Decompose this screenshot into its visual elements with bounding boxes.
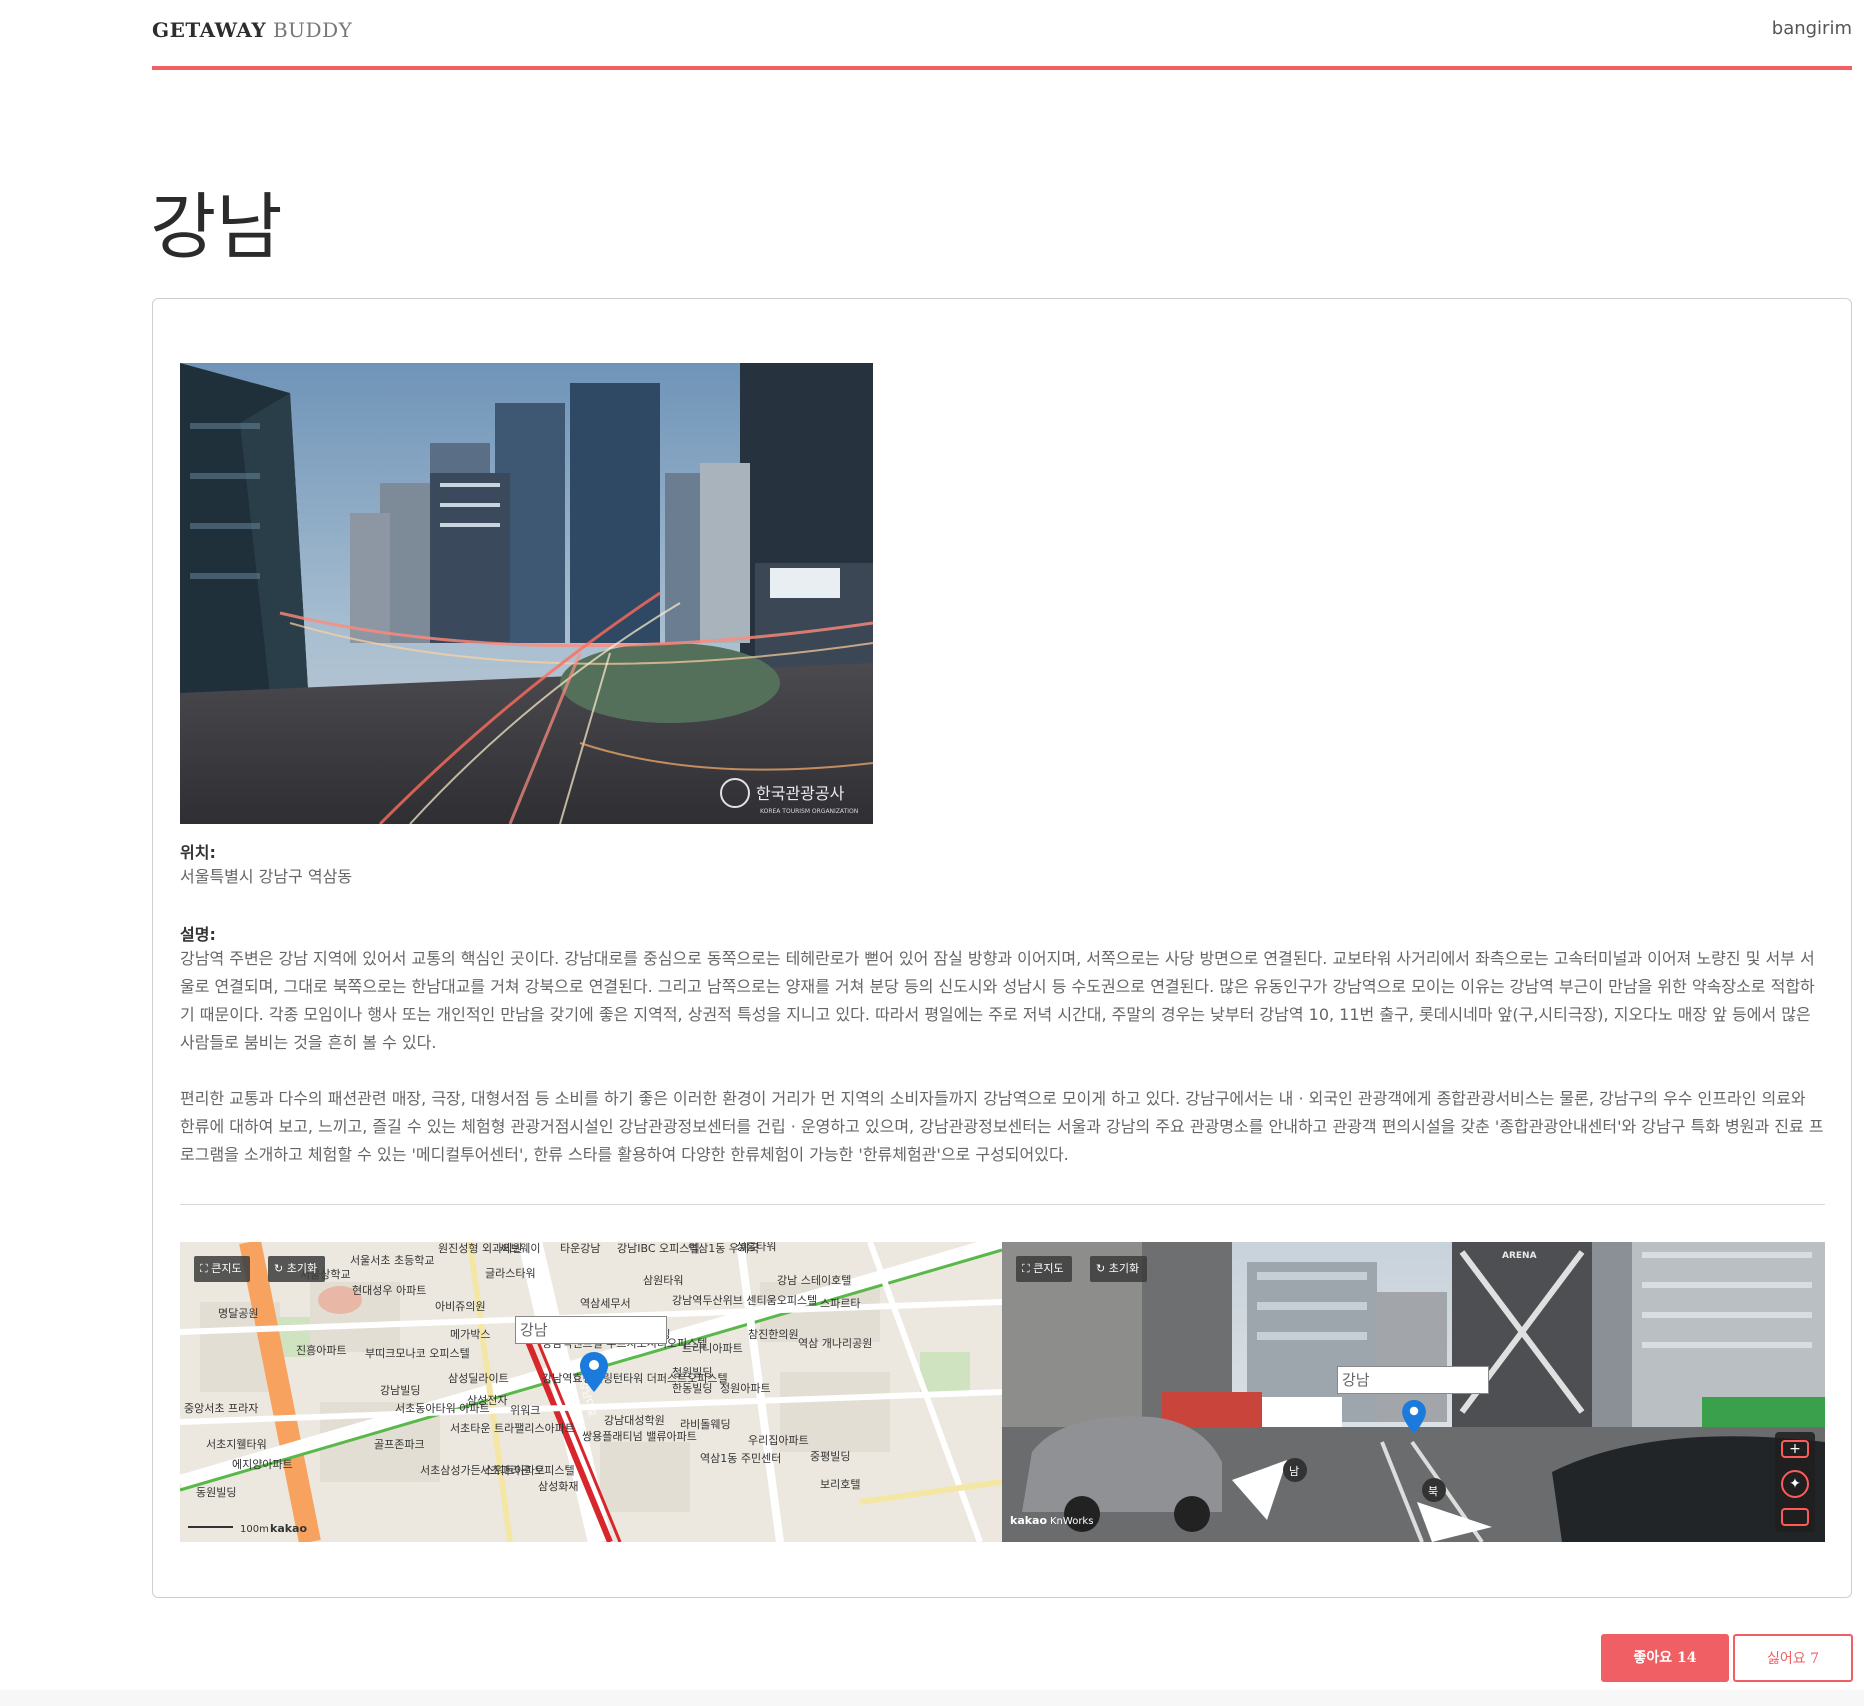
- map-place-label: 부띠크모나코 오피스텔: [365, 1347, 470, 1360]
- kakao-roadview[interactable]: ARENA 남 북 kakao KnWorks ⛶ 큰지도 ↻ 초기화 강남 +…: [1002, 1242, 1825, 1542]
- destination-photo: 한국관광공사 KOREA TOURISM ORGANIZATION: [180, 363, 873, 824]
- map-place-label: 정원아파트: [720, 1382, 771, 1395]
- map-place-label: 삼원타워: [643, 1274, 683, 1287]
- compass-icon[interactable]: ✦: [1781, 1470, 1809, 1498]
- roadview-fullscreen-button[interactable]: ⛶ 큰지도: [1016, 1256, 1072, 1282]
- map-place-label: 에지양아파트: [232, 1458, 293, 1471]
- map-place-label: 명달공원: [218, 1307, 258, 1320]
- map-place-label: 아비쥬의원: [435, 1300, 486, 1313]
- map-place-label: 써브웨이: [500, 1242, 540, 1255]
- roadview-controls: + ✦: [1775, 1432, 1815, 1532]
- map-place-label: 메가박스: [450, 1328, 490, 1341]
- zoom-in-button[interactable]: +: [1781, 1440, 1809, 1458]
- like-button[interactable]: 좋아요 14: [1601, 1634, 1729, 1682]
- description-paragraph-1: 강남역 주변은 강남 지역에 있어서 교통의 핵심인 곳이다. 강남대로를 중심…: [180, 949, 1815, 1052]
- brand-light: BUDDY: [272, 18, 353, 42]
- dislike-count: 7: [1810, 1651, 1819, 1667]
- zoom-out-button[interactable]: [1781, 1508, 1809, 1526]
- map-reset-button[interactable]: ↻ 초기화: [268, 1256, 326, 1282]
- map-fullscreen-label: 큰지도: [211, 1262, 242, 1275]
- map-place-label: 중평빌딩: [810, 1450, 850, 1463]
- map-place-label: 역삼1동 주민센터: [700, 1452, 781, 1465]
- map-place-label: 삼성화재: [538, 1480, 578, 1493]
- map-place-label: 보리호텔: [820, 1478, 860, 1491]
- map-place-label: 삼성딜라이트: [448, 1372, 509, 1385]
- roadview-fullscreen-label: 큰지도: [1033, 1262, 1064, 1275]
- map-place-label: 참진한의원: [748, 1328, 799, 1341]
- brand-logo[interactable]: GETAWAY BUDDY: [152, 18, 352, 42]
- map-marker-label: 강남: [515, 1316, 667, 1344]
- map-place-label: 한동빌딩: [672, 1382, 712, 1395]
- map-scale: 100m: [240, 1524, 269, 1535]
- like-label: 좋아요: [1633, 1650, 1673, 1666]
- map-place-label: 골프존파크: [374, 1438, 425, 1451]
- roadview-kakao-credit: kakao: [1010, 1514, 1047, 1527]
- username-link[interactable]: bangirim: [1772, 18, 1852, 39]
- map-place-label: 동원빌딩: [196, 1486, 236, 1499]
- destination-card: 한국관광공사 KOREA TOURISM ORGANIZATION 위치: 서울…: [152, 298, 1852, 1598]
- site-header: GETAWAY BUDDY bangirim: [152, 0, 1852, 70]
- map-place-label: 역삼세무서: [580, 1297, 631, 1310]
- map-place-label: 우리집아파트: [748, 1434, 809, 1447]
- divider: [180, 1204, 1825, 1205]
- map-place-label: 서초동아타워 아파트: [395, 1402, 490, 1415]
- map-place-label: 트리니아파트: [682, 1342, 743, 1355]
- map-place-label: 서울서초 초등학교: [350, 1254, 434, 1267]
- like-count: 14: [1677, 1650, 1697, 1666]
- watermark-subtext: KOREA TOURISM ORGANIZATION: [760, 808, 858, 815]
- map-place-label: 타운강남: [560, 1242, 600, 1255]
- roadview-reset-button[interactable]: ↻ 초기화: [1090, 1256, 1148, 1282]
- map-place-label: 서초타운 트라팰리스아파트: [450, 1422, 575, 1435]
- page-title: 강남: [150, 185, 283, 269]
- roadview-reset-label: 초기화: [1108, 1262, 1140, 1275]
- map-place-label: 성홍타워: [736, 1242, 776, 1253]
- location-label: 위치:: [180, 843, 216, 862]
- map-place-label: 서초지웰타워: [206, 1438, 267, 1451]
- dislike-label: 싫어요: [1766, 1651, 1806, 1667]
- map-place-label: 스파르타: [820, 1297, 860, 1310]
- map-place-label: 현대성우 아파트: [352, 1284, 426, 1297]
- map-place-label: 강남대성학원: [604, 1414, 665, 1427]
- map-place-label: 강남빌딩: [380, 1384, 420, 1397]
- map-marker-icon[interactable]: [580, 1352, 608, 1392]
- direction-south: 남: [1289, 1465, 1299, 1478]
- roadview-marker-icon[interactable]: [1402, 1400, 1426, 1434]
- map-place-label: 강남 스테이호텔: [777, 1274, 851, 1287]
- kakao-map[interactable]: 강남대로 서울서초 초등학교 원진성형 외과의원 써브웨이 타운강남 강남IBC 오피스…: [180, 1242, 1002, 1542]
- map-place-label: 중앙서초 프라자: [184, 1402, 258, 1415]
- location-value: 서울특별시 강남구 역삼동: [180, 867, 353, 886]
- map-place-label: 쌍용플래티넘 밸류아파트: [582, 1430, 697, 1443]
- map-place-label: 서초파라곤 오피스텔: [480, 1464, 575, 1477]
- billboard-text: ARENA: [1502, 1251, 1537, 1261]
- description-paragraph-2: 편리한 교통과 다수의 패션관련 매장, 극장, 대형서점 등 소비를 하기 좋…: [180, 1089, 1824, 1164]
- map-place-label: 진흥아파트: [296, 1343, 347, 1357]
- description-label: 설명:: [180, 925, 216, 944]
- brand-bold: GETAWAY: [152, 18, 267, 42]
- roadview-knworks-credit: KnWorks: [1050, 1516, 1093, 1527]
- map-reset-label: 초기화: [286, 1262, 318, 1275]
- map-place-label: 위워크: [510, 1404, 540, 1417]
- page-footer-strip: [0, 1690, 1864, 1706]
- direction-north: 북: [1428, 1485, 1438, 1498]
- map-place-label: 역삼 개나리공원: [798, 1337, 872, 1350]
- map-place-label: 강남역두산위브 센티움오피스텔: [672, 1294, 817, 1307]
- map-kakao-logo: kakao: [270, 1522, 307, 1535]
- map-place-label: 청원빌딩: [672, 1366, 712, 1379]
- dislike-button[interactable]: 싫어요 7: [1733, 1634, 1853, 1682]
- map-fullscreen-button[interactable]: ⛶ 큰지도: [194, 1256, 250, 1282]
- watermark-text: 한국관광공사: [756, 784, 845, 803]
- roadview-marker-label: 강남: [1337, 1366, 1489, 1394]
- map-place-label: 글라스타워: [485, 1267, 536, 1280]
